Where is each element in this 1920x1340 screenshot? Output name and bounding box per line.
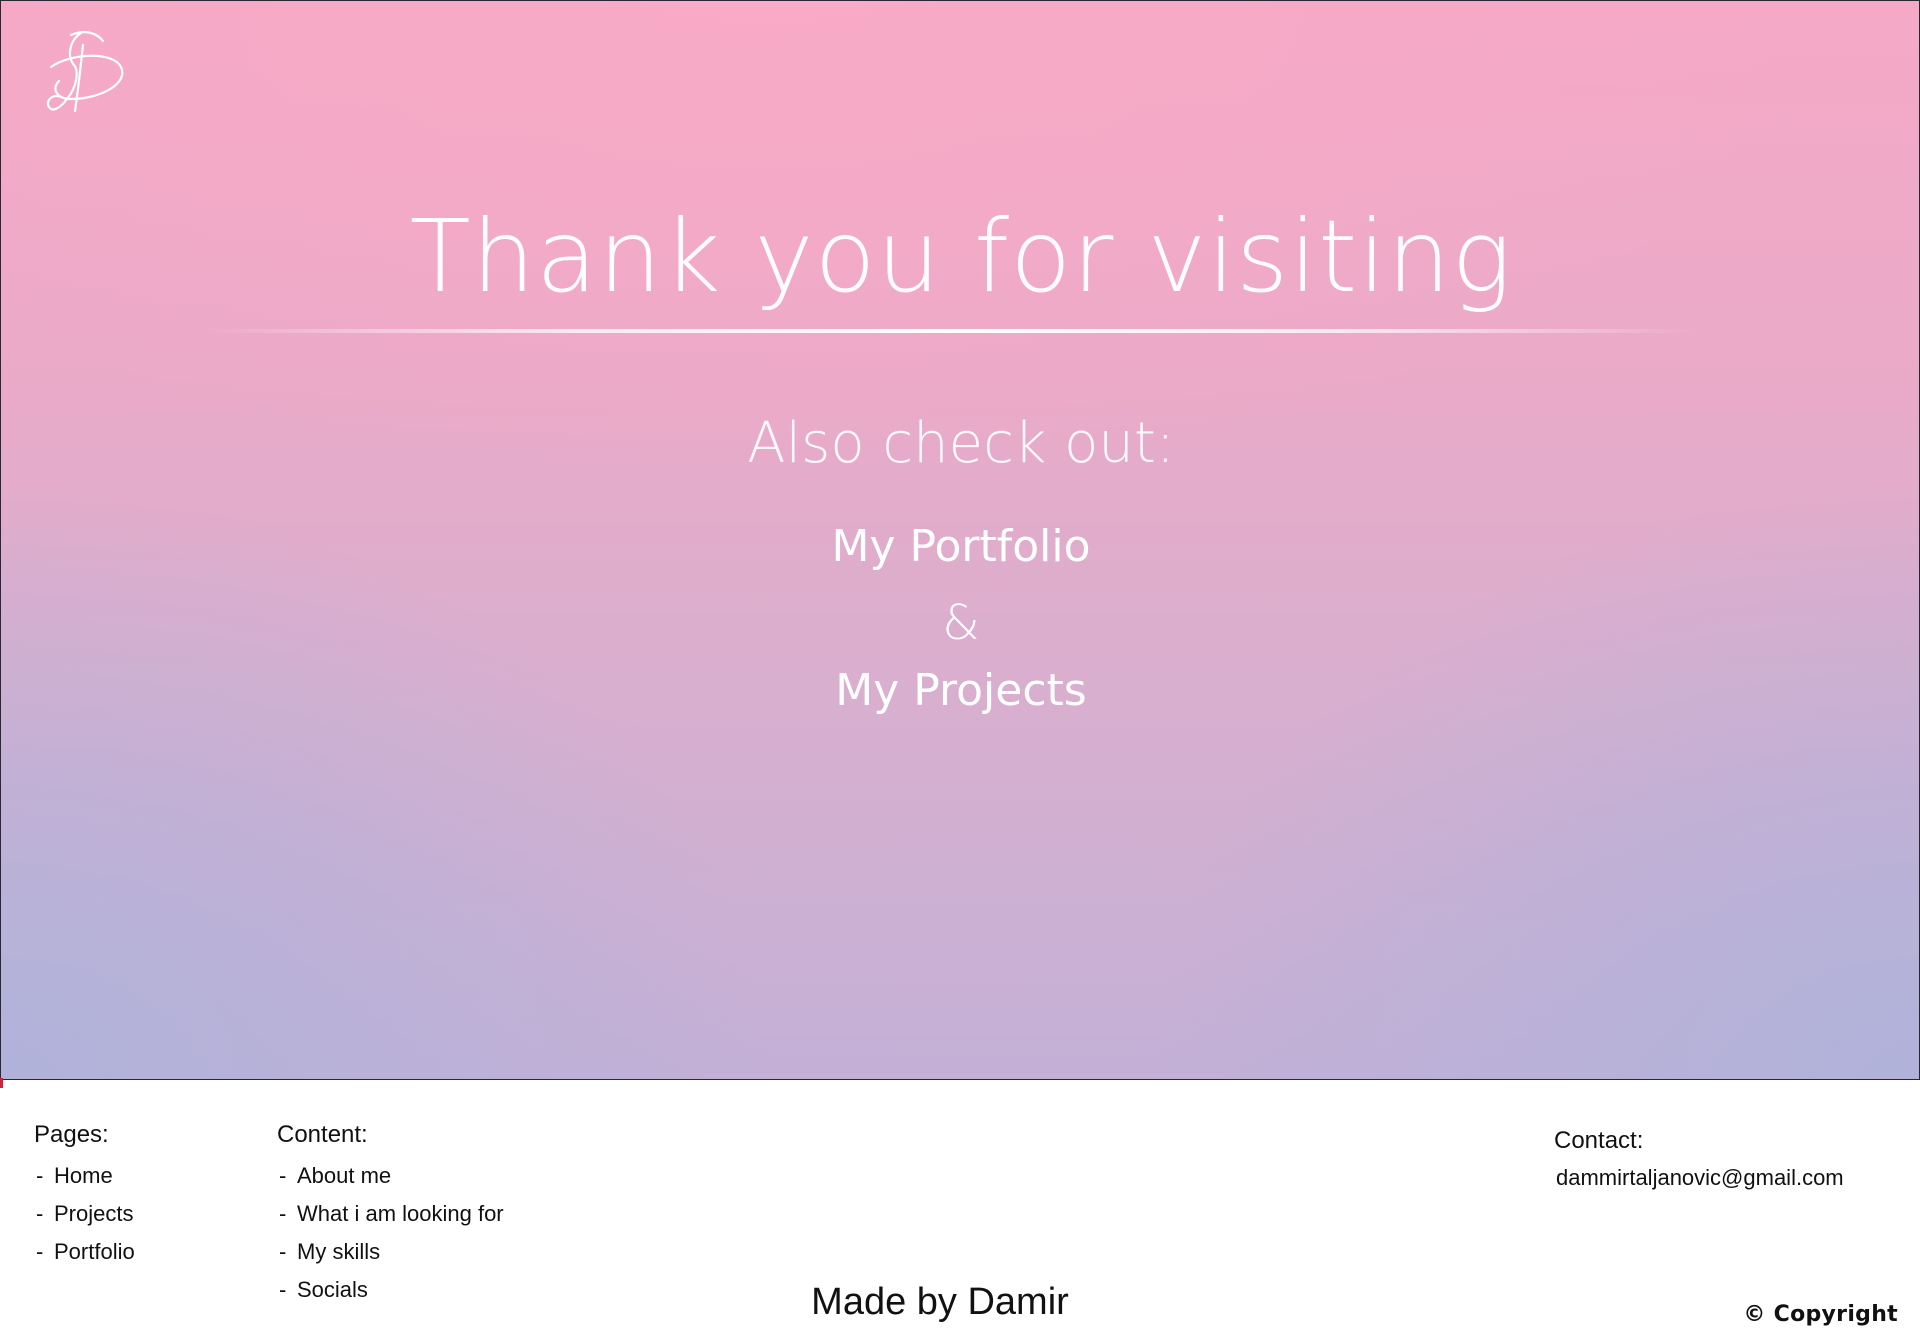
ampersand-separator: & [942,595,980,651]
title-divider [201,329,1703,333]
footer-link-about-me[interactable]: About me [297,1163,391,1188]
hero-section: Thank you for visiting Also check out: M… [0,0,1920,1080]
made-by-text: Made by Damir [811,1281,1069,1323]
list-item: - My skills [279,1239,381,1264]
also-check-out-heading: Also check out: [747,411,1175,476]
footer-pages-column: Pages: - Home - Projects - Portfolio [34,1120,135,1276]
footer-contact-column: Contact: dammirtaljanovic@gmail.com [1554,1126,1844,1192]
footer-link-my-skills[interactable]: My skills [297,1239,380,1264]
footer-contact-title: Contact: [1554,1127,1644,1154]
list-item: - What i am looking for [279,1201,504,1226]
footer-pages-list: - Home - Projects - Portfolio [34,1162,135,1266]
logo-icon[interactable] [41,27,131,123]
footer-link-home[interactable]: Home [54,1163,113,1188]
footer-content-title: Content: [277,1121,368,1148]
my-projects-link[interactable]: My Projects [1,663,1919,719]
contact-email-link[interactable]: dammirtaljanovic@gmail.com [1556,1164,1844,1192]
footer-link-projects[interactable]: Projects [54,1201,133,1226]
page-title: Thank you for visiting [409,198,1513,315]
list-item: - Portfolio [36,1239,135,1264]
footer-pages-title: Pages: [34,1121,109,1148]
my-portfolio-link[interactable]: My Portfolio [1,519,1919,575]
list-item: - Home [36,1163,113,1188]
list-item: - About me [279,1163,392,1188]
copyright-text: © Copyright [1743,1302,1898,1327]
footer-link-looking-for[interactable]: What i am looking for [297,1201,504,1226]
footer-link-portfolio[interactable]: Portfolio [54,1239,135,1264]
list-item: - Projects [36,1201,134,1226]
